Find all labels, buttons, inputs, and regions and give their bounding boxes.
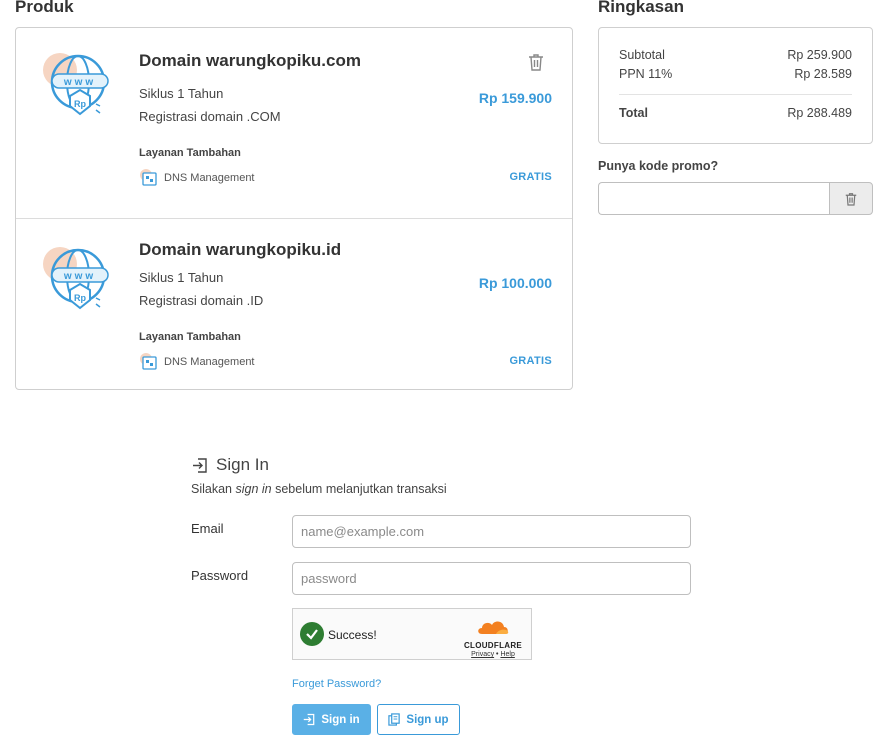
signin-subtitle: Silakan sign in sebelum melanjutkan tran…: [191, 482, 447, 496]
product-list: www Rp Domain warungkopiku.com Siklus 1 …: [15, 27, 573, 390]
signup-button-label: Sign up: [406, 713, 449, 726]
sign-in-icon: [193, 457, 207, 473]
addon-item: DNS Management: [139, 352, 255, 371]
svg-text:Rp: Rp: [74, 99, 86, 109]
privacy-link[interactable]: Privacy: [471, 651, 494, 658]
copy-icon: [388, 713, 401, 726]
summary-card: Subtotal Rp 259.900 PPN 11% Rp 28.589 To…: [598, 27, 873, 144]
total-value: Rp 288.489: [787, 106, 852, 120]
sign-in-icon: [304, 713, 315, 726]
product-card: www Rp Domain warungkopiku.com Siklus 1 …: [16, 28, 572, 218]
cloudflare-logo: CLOUDFLARE Privacy • Help: [462, 619, 524, 658]
addon-title: Layanan Tambahan: [139, 331, 241, 343]
ppn-value: Rp 28.589: [794, 67, 852, 81]
subtotal-label: Subtotal: [619, 48, 665, 62]
captcha-status: Success!: [328, 628, 377, 642]
addon-name: DNS Management: [164, 171, 255, 184]
dns-icon: [140, 169, 157, 186]
password-label: Password: [191, 568, 249, 583]
cloud-icon: [478, 621, 509, 634]
password-field[interactable]: [292, 562, 691, 595]
addon-price: GRATIS: [509, 171, 552, 183]
summary-divider: [619, 94, 852, 95]
produk-title: Produk: [15, 0, 74, 16]
addon-price: GRATIS: [509, 355, 552, 367]
product-price: Rp 159.900: [478, 90, 552, 106]
promo-label: Punya kode promo?: [598, 159, 719, 173]
email-label: Email: [191, 521, 224, 536]
svg-text:Rp: Rp: [74, 293, 86, 303]
email-field[interactable]: [292, 515, 691, 548]
product-name: Domain warungkopiku.id: [139, 240, 342, 259]
svg-text:www: www: [63, 271, 96, 282]
check-circle-icon: [300, 622, 324, 646]
forget-password-link[interactable]: Forget Password?: [292, 678, 381, 690]
subtotal-value: Rp 259.900: [787, 48, 852, 62]
product-card: www Rp Domain warungkopiku.id Siklus 1 T…: [16, 218, 572, 389]
subtotal-row: Subtotal Rp 259.900: [619, 48, 852, 62]
captcha-widget[interactable]: Success! CLOUDFLARE Privacy • Help: [292, 608, 532, 660]
signin-title: Sign In: [192, 455, 269, 475]
dns-icon: [140, 353, 157, 370]
ppn-row: PPN 11% Rp 28.589: [619, 67, 852, 81]
total-row: Total Rp 288.489: [619, 106, 852, 120]
signup-button[interactable]: Sign up: [377, 704, 460, 735]
addon-item: DNS Management: [139, 168, 255, 187]
domain-globe-icon: www Rp: [43, 247, 109, 310]
captcha-links: Privacy • Help: [471, 651, 515, 658]
product-name: Domain warungkopiku.com: [139, 51, 361, 70]
product-registration: Registrasi domain .ID: [139, 293, 264, 308]
product-cycle: Siklus 1 Tahun: [139, 86, 224, 101]
ringkasan-title: Ringkasan: [598, 0, 684, 16]
signin-button-label: Sign in: [321, 713, 360, 726]
product-cycle: Siklus 1 Tahun: [139, 270, 224, 285]
svg-text:www: www: [63, 77, 96, 88]
addon-name: DNS Management: [164, 355, 255, 368]
signin-button[interactable]: Sign in: [292, 704, 371, 735]
promo-code-input[interactable]: [598, 182, 830, 215]
total-label: Total: [619, 106, 648, 120]
help-link[interactable]: Help: [500, 651, 514, 658]
signin-title-text: Sign In: [216, 455, 269, 474]
promo-clear-button[interactable]: [829, 182, 873, 215]
cloudflare-name: CLOUDFLARE: [463, 641, 523, 650]
product-price: Rp 100.000: [478, 275, 552, 291]
domain-globe-icon: www Rp: [43, 53, 109, 116]
trash-icon: [845, 192, 857, 206]
ppn-label: PPN 11%: [619, 67, 673, 81]
product-registration: Registrasi domain .COM: [139, 109, 281, 124]
trash-icon[interactable]: [528, 53, 544, 71]
addon-title: Layanan Tambahan: [139, 147, 241, 159]
